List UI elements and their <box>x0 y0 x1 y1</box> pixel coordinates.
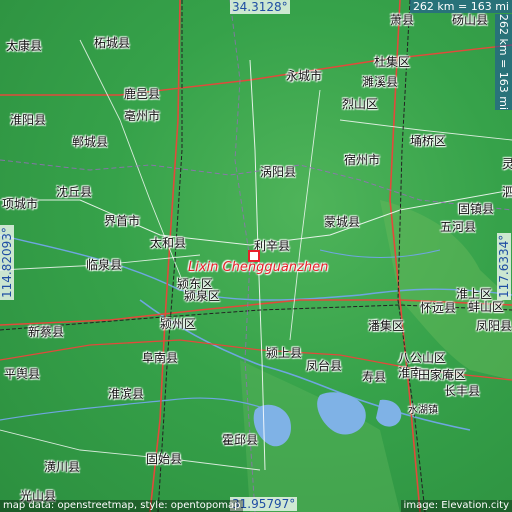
town-label: 潘集区 <box>368 319 405 333</box>
town-label: 淮阳县 <box>10 113 47 127</box>
town-label: 涡阳县 <box>260 165 297 179</box>
town-label: 永城市 <box>286 69 323 83</box>
town-label: 八公山区 <box>398 351 447 365</box>
town-label: 霍邱县 <box>222 433 259 447</box>
town-label: 柘城县 <box>94 36 131 50</box>
coord-top: 34.3128° <box>230 0 290 14</box>
road <box>149 0 181 512</box>
road <box>0 44 512 96</box>
scale-vertical: 262 km = 163 mi <box>495 14 512 111</box>
town-label: 怀远县 <box>420 301 457 315</box>
town-label: 灵璧县 <box>502 157 512 171</box>
attribution-source: image: Elevation.city <box>400 500 512 512</box>
town-label: 蚌山区 <box>468 300 505 314</box>
town-label: 颍上县 <box>266 346 303 360</box>
town-label: 阜南县 <box>142 351 179 365</box>
coord-right: 117.6334° <box>497 232 511 300</box>
town-label: 界首市 <box>104 214 141 228</box>
town-label: 凤台县 <box>306 359 343 373</box>
town-label: 五河县 <box>440 220 477 234</box>
town-label: 沈丘县 <box>56 185 93 199</box>
attribution: map data: openstreetmap, style: opentopo… <box>0 500 244 512</box>
town-label: 太和县 <box>150 236 187 250</box>
town-label: 长丰县 <box>444 384 481 398</box>
road <box>289 89 321 341</box>
town-label: 鹿邑县 <box>124 87 161 101</box>
lake <box>376 399 402 427</box>
town-label: 项城市 <box>2 197 39 211</box>
town-label: 潢川县 <box>44 460 81 474</box>
town-label: 平舆县 <box>4 367 41 381</box>
town-label: 埇桥区 <box>410 134 447 148</box>
place-name-label: Lixin Chengguanzhen <box>188 260 329 275</box>
town-label: 水湖镇 <box>408 405 438 416</box>
town-label: 蒙城县 <box>324 215 361 229</box>
town-label: 砀山县 <box>452 13 489 27</box>
town-label: 新蔡县 <box>28 325 65 339</box>
town-label: 淮滨县 <box>108 387 145 401</box>
town-label: 郸城县 <box>72 135 109 149</box>
scale-horizontal: 262 km = 163 mi <box>409 0 512 13</box>
town-label: 宿州市 <box>344 153 381 167</box>
town-label: 田家庵区 <box>418 368 467 382</box>
town-label: 寿县 <box>362 370 387 384</box>
town-label: 泗县 <box>502 185 512 199</box>
road <box>0 429 261 471</box>
town-label: 淮上区 <box>456 287 493 301</box>
river <box>0 397 271 421</box>
town-label: 颍州区 <box>160 317 197 331</box>
town-label: 固始县 <box>146 452 183 466</box>
town-label: 濉溪县 <box>362 75 399 89</box>
town-label: 烈山区 <box>342 97 379 111</box>
map-canvas[interactable]: 萧县 砀山县 太康县 柘城县 永城市 杜集区 濉溪县 鹿邑县 亳州市 烈山区 淮… <box>0 0 512 512</box>
town-label: 凤阳县 <box>476 319 512 333</box>
coord-left: 114.82093° <box>0 225 14 300</box>
town-label: 颍泉区 <box>184 289 221 303</box>
town-label: 太康县 <box>6 39 43 53</box>
town-label: 临泉县 <box>86 258 123 272</box>
town-label: 固镇县 <box>458 202 495 216</box>
town-label: 亳州市 <box>124 109 161 123</box>
town-label: 萧县 <box>390 13 415 27</box>
town-label: 杜集区 <box>374 55 411 69</box>
